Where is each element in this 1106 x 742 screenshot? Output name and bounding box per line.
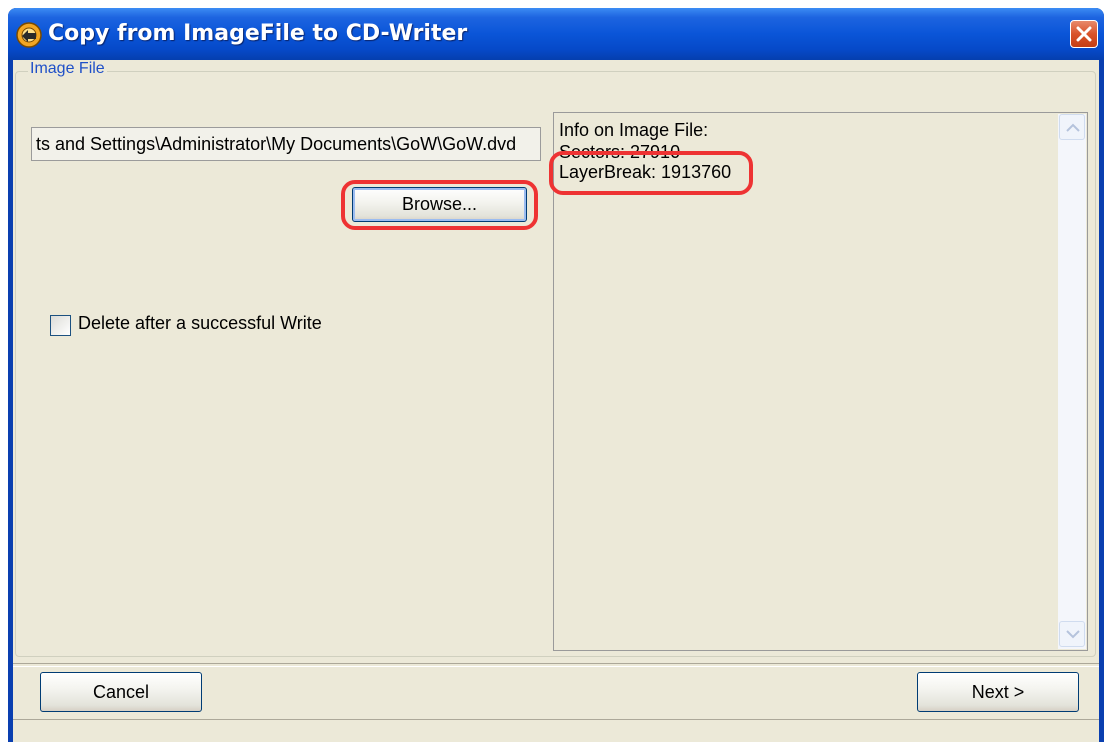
title-bar[interactable]: Copy from ImageFile to CD-Writer <box>8 8 1104 60</box>
browse-button[interactable]: Browse... <box>352 187 527 222</box>
cancel-button[interactable]: Cancel <box>40 672 202 712</box>
disc-copy-icon <box>16 22 42 48</box>
info-heading: Info on Image File: <box>559 120 709 140</box>
next-button[interactable]: Next > <box>917 672 1079 712</box>
image-file-legend: Image File <box>28 60 107 78</box>
image-file-path-input[interactable]: ts and Settings\Administrator\My Documen… <box>31 127 541 161</box>
scroll-down-button[interactable] <box>1059 621 1085 647</box>
close-icon <box>1076 26 1092 42</box>
status-bar <box>13 719 1099 742</box>
image-file-groupbox: Image File ts and Settings\Administrator… <box>15 60 1096 657</box>
delete-after-write-checkbox[interactable] <box>50 315 71 336</box>
dialog-client-area: Image File ts and Settings\Administrator… <box>13 60 1099 742</box>
scroll-up-button[interactable] <box>1059 114 1085 140</box>
dialog-window: Copy from ImageFile to CD-Writer Image F… <box>8 8 1104 742</box>
chevron-up-icon <box>1066 123 1080 132</box>
delete-after-write-label[interactable]: Delete after a successful Write <box>78 313 322 334</box>
info-scrollbar[interactable] <box>1058 114 1086 649</box>
chevron-down-icon <box>1066 630 1080 639</box>
close-button[interactable] <box>1070 20 1098 48</box>
highlight-annotation-layerbreak <box>549 151 753 195</box>
window-title: Copy from ImageFile to CD-Writer <box>48 21 468 46</box>
footer-separator <box>13 663 1099 667</box>
